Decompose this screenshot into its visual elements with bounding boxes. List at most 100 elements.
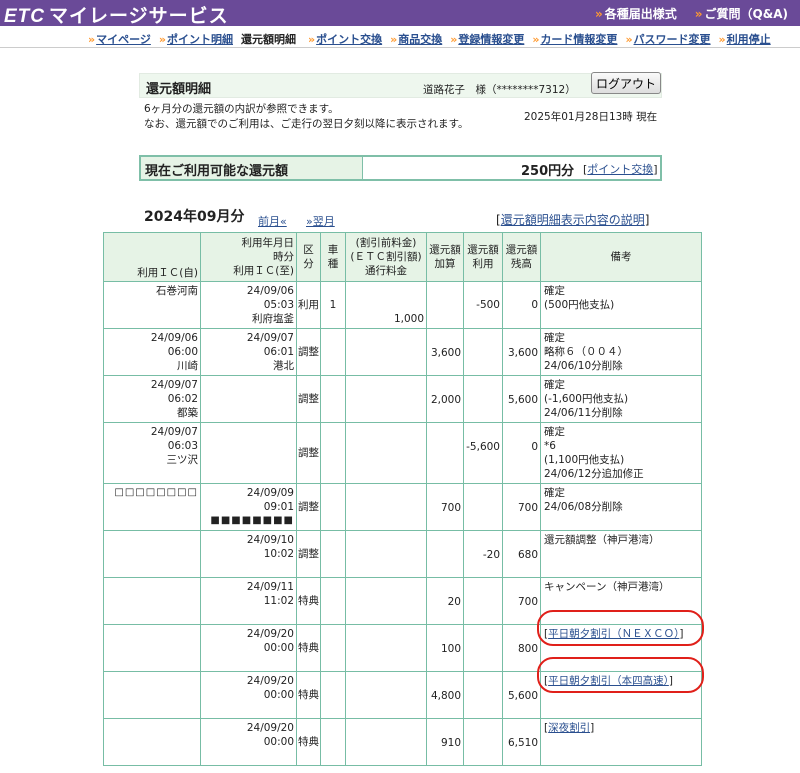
forms-link[interactable]: 各種届出様式	[595, 7, 677, 21]
category-value: 特典	[298, 595, 319, 607]
cell-add	[426, 530, 464, 578]
col-header-ic-out: 利用ＩＣ(至)	[233, 265, 294, 277]
cell-fee: 1,000	[345, 281, 427, 329]
nav-product-exchange[interactable]: 商品交換	[390, 33, 442, 46]
out-date: 24/09/10	[246, 534, 294, 546]
explain-link[interactable]: 還元額明細表示内容の説明	[501, 213, 645, 227]
nav-registration-change[interactable]: 登録情報変更	[450, 33, 524, 46]
cell-balance: 700	[502, 577, 541, 625]
cell-add: 700	[426, 483, 464, 531]
balance-value: 5,600	[507, 394, 538, 406]
cell-add	[426, 281, 464, 329]
col-header-remarks: 備考	[540, 232, 702, 282]
point-exchange-link-wrap: [ポイント交換]	[583, 163, 658, 176]
in-ic: □□□□□□□□	[114, 487, 198, 498]
prev-month-link[interactable]: 前月«	[258, 213, 287, 229]
nav-divider	[0, 47, 800, 48]
out-time: 00:00	[263, 736, 294, 748]
next-month-link[interactable]: »翌月	[306, 213, 335, 229]
category-value: 特典	[298, 642, 319, 654]
main-nav: マイページポイント明細還元額明細ポイント交換商品交換登録情報変更カード情報変更パ…	[88, 31, 779, 47]
logout-button[interactable]: ログアウト	[591, 72, 661, 94]
category-value: 調整	[298, 346, 319, 358]
col-header-ic-in: 利用ＩＣ(自)	[137, 267, 198, 279]
cell-vehicle	[320, 530, 346, 578]
in-ic: 都築	[177, 407, 198, 419]
cell-use: -20	[463, 530, 503, 578]
top-header-bar: ETCマイレージサービス 各種届出様式 ご質問（Q&A)	[0, 0, 800, 28]
remark-line: 24/06/11分削除	[544, 407, 623, 419]
in-ic: 三ツ沢	[166, 454, 199, 466]
category-value: 利用	[298, 299, 319, 311]
description-line-1: 6ヶ月分の還元額の内訳が参照できます。	[144, 103, 339, 115]
nav-point-exchange[interactable]: ポイント交換	[308, 33, 382, 46]
col-header-fee-before: (割引前料金)	[355, 237, 417, 249]
cell-fee	[345, 718, 427, 766]
cell-fee	[345, 671, 427, 719]
balance-value: 0	[531, 441, 538, 453]
use-value: -20	[482, 549, 500, 561]
remark-line: 24/06/08分削除	[544, 501, 623, 513]
add-value: 3,600	[430, 347, 461, 359]
col-header-time: 時分	[273, 251, 294, 263]
remark-line: 24/06/12分追加修正	[544, 468, 644, 480]
cell-category: 特典	[296, 577, 321, 625]
point-exchange-link[interactable]: ポイント交換	[587, 163, 653, 176]
category-value: 調整	[298, 501, 319, 513]
out-ic: 利府塩釜	[252, 313, 294, 325]
nav-stop-use[interactable]: 利用停止	[719, 33, 771, 46]
remark-line: (1,100円他支払)	[544, 454, 625, 466]
explain-link-wrap: [還元額明細表示内容の説明]	[496, 213, 650, 227]
in-ic: 石巻河南	[156, 285, 198, 297]
col-header-balance: 還元額 残高	[502, 232, 541, 282]
col-header-bal-2: 残高	[511, 258, 532, 270]
add-value: 910	[440, 737, 461, 749]
cell-use: -5,600	[463, 422, 503, 484]
cell-use	[463, 483, 503, 531]
as-of-timestamp: 2025年01月28日13時 現在	[524, 111, 658, 123]
cell-remarks: 確定 *6 (1,100円他支払) 24/06/12分追加修正	[540, 422, 702, 484]
faq-link[interactable]: ご質問（Q&A)	[695, 7, 788, 21]
out-date: 24/09/06	[246, 285, 294, 297]
cell-category: 調整	[296, 422, 321, 484]
cell-category: 利用	[296, 281, 321, 329]
remark-link[interactable]: 深夜割引	[548, 722, 590, 734]
cell-vehicle	[320, 624, 346, 672]
cell-add: 20	[426, 577, 464, 625]
cell-balance: 6,510	[502, 718, 541, 766]
col-header-vehicle: 車種	[320, 232, 346, 282]
col-header-fee: (割引前料金) (ＥＴＣ割引額) 通行料金	[345, 232, 427, 282]
col-header-add-1: 還元額	[429, 244, 461, 256]
nav-point-detail[interactable]: ポイント明細	[159, 33, 233, 46]
cell-use	[463, 375, 503, 423]
site-title: マイレージサービス	[49, 5, 229, 27]
cell-fee	[345, 328, 427, 376]
page-title: 還元額明細	[146, 82, 212, 97]
balance-value: 700	[517, 502, 538, 514]
table-row: 石巻河南 24/09/06 05:03 利府塩釜 利用 1 1,000 -500 0 確定…	[103, 281, 702, 329]
highlight-circle-honshi	[537, 657, 704, 693]
cell-out: 24/09/09 09:01 ■■■■■■■■	[200, 483, 297, 531]
out-time: 09:01	[263, 501, 294, 513]
out-time: 10:02	[263, 548, 294, 560]
cell-balance: 5,600	[502, 671, 541, 719]
fee-value: 1,000	[393, 313, 424, 325]
nav-card-change[interactable]: カード情報変更	[532, 33, 617, 46]
cell-in	[103, 624, 201, 672]
nav-password-change[interactable]: パスワード変更	[625, 33, 711, 46]
cell-add: 3,600	[426, 328, 464, 376]
nav-mypage[interactable]: マイページ	[88, 33, 151, 46]
remark-line: 24/06/10分削除	[544, 360, 623, 372]
cell-balance: 0	[502, 422, 541, 484]
cell-out: 24/09/20 00:00	[200, 671, 297, 719]
col-header-use-1: 還元額	[467, 244, 499, 256]
remark-line: 確定	[544, 487, 565, 499]
table-row: □□□□□□□□ 24/09/09 09:01 ■■■■■■■■ 調整 700 70…	[103, 483, 702, 531]
remark-line: キャンペーン（神戸港湾）	[544, 581, 670, 593]
site-brand[interactable]: ETC マイレージサービス	[4, 1, 229, 28]
cell-in	[103, 718, 201, 766]
category-value: 特典	[298, 689, 319, 701]
remark-line: 確定	[544, 379, 565, 391]
cell-add: 4,800	[426, 671, 464, 719]
cell-in	[103, 530, 201, 578]
